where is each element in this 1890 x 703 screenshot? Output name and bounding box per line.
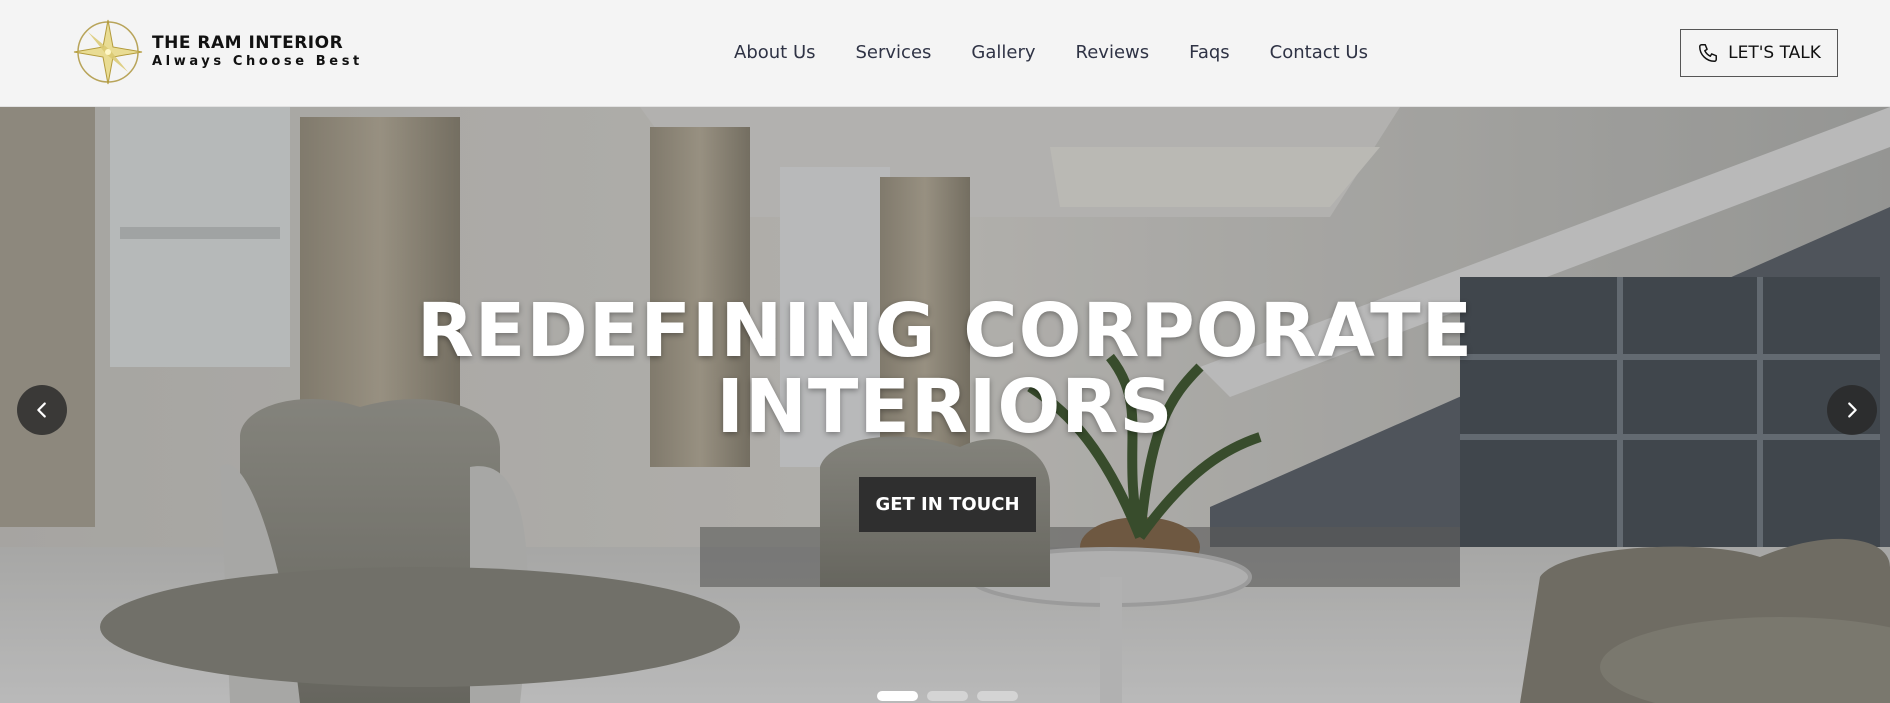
nav-item-reviews[interactable]: Reviews bbox=[1076, 40, 1150, 66]
nav-item-faqs[interactable]: Faqs bbox=[1189, 40, 1230, 66]
main-nav: About Us Services Gallery Reviews Faqs C… bbox=[734, 40, 1368, 66]
carousel-indicators bbox=[877, 691, 1027, 701]
get-in-touch-button[interactable]: GET IN TOUCH bbox=[859, 477, 1036, 532]
carousel-dot-1[interactable] bbox=[877, 691, 918, 701]
lets-talk-label: LET'S TALK bbox=[1728, 43, 1821, 63]
nav-item-about-us[interactable]: About Us bbox=[734, 40, 816, 66]
brand-tagline: Always Choose Best bbox=[152, 54, 363, 69]
logo-text: THE RAM INTERIOR Always Choose Best bbox=[152, 33, 363, 71]
lets-talk-button[interactable]: LET'S TALK bbox=[1680, 29, 1838, 77]
nav-item-services[interactable]: Services bbox=[856, 40, 932, 66]
carousel-next-button[interactable] bbox=[1827, 385, 1877, 435]
hero-carousel: REDEFINING CORPORATE INTERIORS GET IN TO… bbox=[0, 107, 1890, 703]
carousel-dot-3[interactable] bbox=[977, 691, 1018, 701]
chevron-right-icon bbox=[1848, 402, 1857, 418]
nav-item-gallery[interactable]: Gallery bbox=[971, 40, 1035, 66]
hero-title: REDEFINING CORPORATE INTERIORS bbox=[416, 288, 1474, 450]
brand-name: THE RAM INTERIOR bbox=[152, 33, 344, 53]
compass-star-icon bbox=[73, 19, 143, 85]
phone-icon bbox=[1699, 44, 1718, 62]
carousel-dot-2[interactable] bbox=[927, 691, 968, 701]
site-header: THE RAM INTERIOR Always Choose Best Abou… bbox=[0, 0, 1890, 107]
logo[interactable]: THE RAM INTERIOR Always Choose Best bbox=[70, 18, 363, 86]
carousel-prev-button[interactable] bbox=[17, 385, 67, 435]
nav-item-contact-us[interactable]: Contact Us bbox=[1270, 40, 1368, 66]
chevron-left-icon bbox=[37, 402, 46, 418]
